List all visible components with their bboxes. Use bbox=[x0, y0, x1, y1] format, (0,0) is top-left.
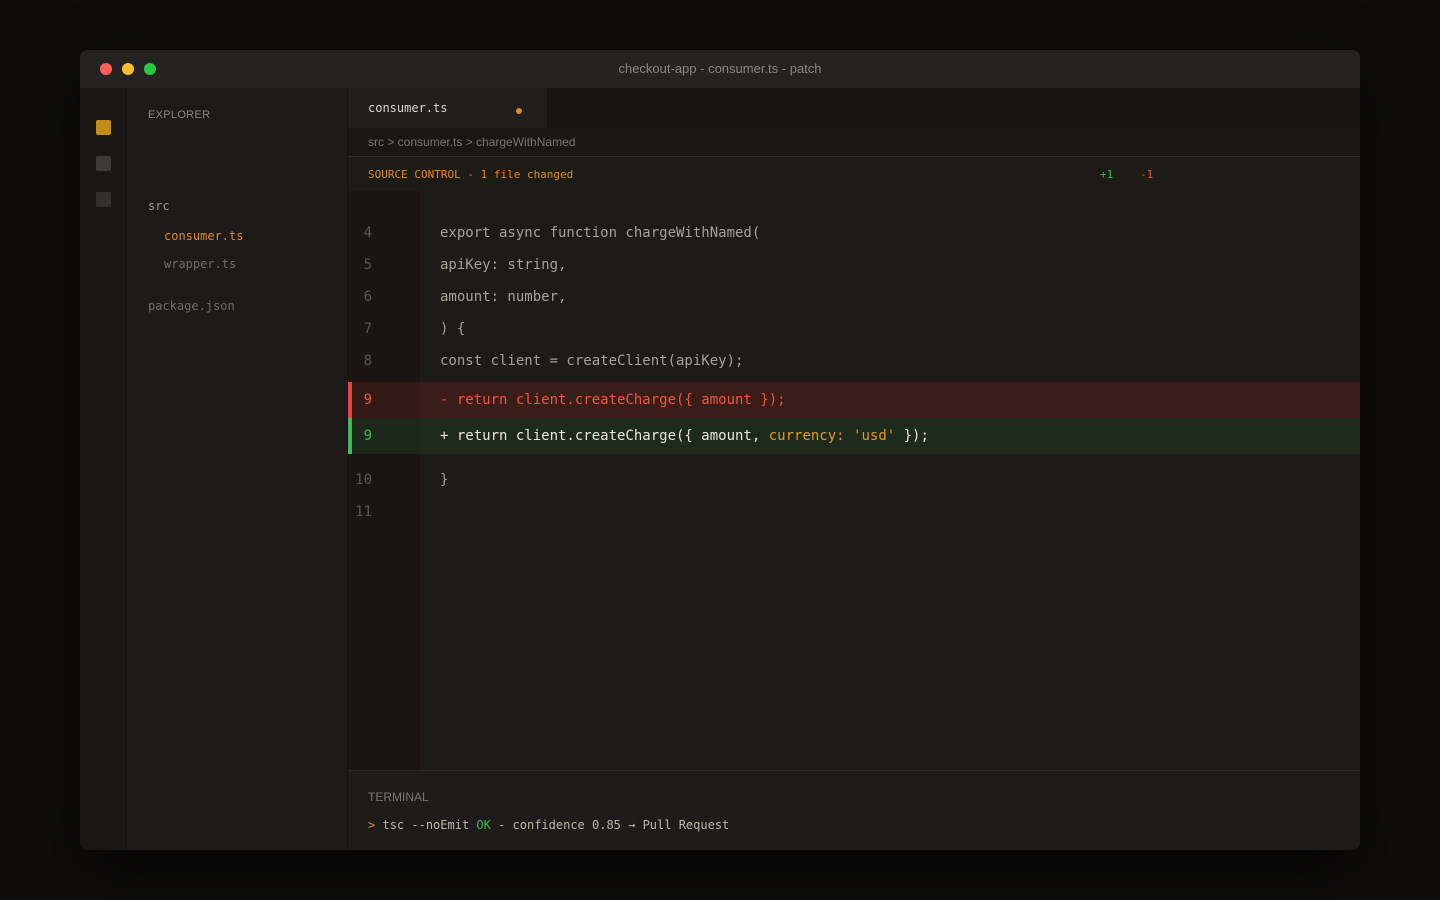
added-line[interactable]: 9 + return client.createCharge({ amount,… bbox=[348, 418, 1360, 454]
line-number: 5 bbox=[363, 257, 372, 273]
activity-bar bbox=[80, 88, 127, 850]
deleted-line[interactable]: 9 - return client.createCharge({ amount … bbox=[348, 382, 1360, 418]
lines-removed-count: -1 bbox=[1140, 168, 1154, 181]
terminal-title: TERMINAL bbox=[368, 790, 429, 804]
added-text-prefix: + return client.createCharge({ amount, bbox=[440, 428, 769, 444]
code-line[interactable]: 10 } bbox=[348, 464, 1360, 496]
terminal-prompt: > bbox=[368, 818, 376, 832]
code-line[interactable]: 6 amount: number, bbox=[348, 281, 1360, 313]
tree-file-wrapper[interactable]: wrapper.ts bbox=[164, 257, 236, 271]
breadcrumb[interactable]: src > consumer.ts > chargeWithNamed bbox=[348, 128, 1360, 156]
terminal-panel[interactable]: TERMINAL > tsc --noEmit OK - confidence … bbox=[348, 770, 1360, 850]
source-control-bar: SOURCE CONTROL - 1 file changed +1 -1 bbox=[348, 156, 1360, 192]
line-text: - return client.createCharge({ amount })… bbox=[440, 392, 786, 408]
line-number: 9 bbox=[363, 428, 372, 444]
tab-bar: consumer.ts bbox=[348, 88, 1360, 128]
line-number: 7 bbox=[363, 321, 372, 337]
line-text: amount: number, bbox=[440, 289, 567, 305]
tab-consumer-ts[interactable]: consumer.ts bbox=[348, 88, 548, 128]
lines-added-count: +1 bbox=[1100, 168, 1114, 181]
line-text: + return client.createCharge({ amount, c… bbox=[440, 428, 929, 444]
title-bar: checkout-app - consumer.ts - patch bbox=[80, 50, 1360, 89]
line-text: } bbox=[440, 472, 449, 488]
terminal-command: tsc --noEmit bbox=[382, 818, 470, 832]
code-editor[interactable]: 4 export async function chargeWithNamed(… bbox=[348, 191, 1360, 770]
terminal-status: OK bbox=[476, 818, 491, 832]
search-icon[interactable] bbox=[96, 156, 111, 171]
code-line[interactable]: 8 const client = createClient(apiKey); bbox=[348, 345, 1360, 377]
modified-dot-icon bbox=[516, 108, 522, 114]
editor-area: consumer.ts src > consumer.ts > chargeWi… bbox=[348, 88, 1360, 850]
window-title: checkout-app - consumer.ts - patch bbox=[618, 61, 822, 76]
line-number: 11 bbox=[355, 504, 372, 520]
tree-folder-src[interactable]: src bbox=[148, 199, 170, 213]
line-text: ) { bbox=[440, 321, 466, 337]
terminal-message: - confidence 0.85 → Pull Request bbox=[490, 818, 730, 832]
tree-file-consumer[interactable]: consumer.ts bbox=[164, 229, 243, 243]
added-highlight-value: 'usd' bbox=[853, 428, 896, 444]
editor-window: checkout-app - consumer.ts - patch EXPLO… bbox=[80, 50, 1360, 850]
tab-label: consumer.ts bbox=[368, 101, 448, 115]
line-text: apiKey: string, bbox=[440, 257, 567, 273]
tree-file-package-json[interactable]: package.json bbox=[148, 299, 235, 313]
line-text: export async function chargeWithNamed( bbox=[440, 225, 761, 241]
code-line[interactable]: 7 ) { bbox=[348, 313, 1360, 345]
line-number: 9 bbox=[363, 392, 372, 408]
terminal-output: > tsc --noEmit OK - confidence 0.85 → Pu… bbox=[368, 818, 729, 832]
line-text: const client = createClient(apiKey); bbox=[440, 353, 744, 369]
code-line[interactable]: 4 export async function chargeWithNamed( bbox=[348, 217, 1360, 249]
explorer-icon[interactable] bbox=[96, 120, 111, 135]
added-text-suffix: }); bbox=[895, 428, 929, 444]
source-control-icon[interactable] bbox=[96, 192, 111, 207]
line-number: 10 bbox=[355, 472, 372, 488]
source-control-label: SOURCE CONTROL - 1 file changed bbox=[368, 168, 574, 181]
explorer-title: EXPLORER bbox=[148, 109, 211, 121]
line-number: 4 bbox=[363, 225, 372, 241]
explorer-sidebar: EXPLORER src consumer.ts wrapper.ts pack… bbox=[127, 88, 348, 850]
added-highlight-key: currency: bbox=[768, 428, 845, 444]
code-line[interactable]: 5 apiKey: string, bbox=[348, 249, 1360, 281]
line-number: 6 bbox=[363, 289, 372, 305]
line-number: 8 bbox=[363, 353, 372, 369]
code-line[interactable]: 11 bbox=[348, 496, 1360, 528]
